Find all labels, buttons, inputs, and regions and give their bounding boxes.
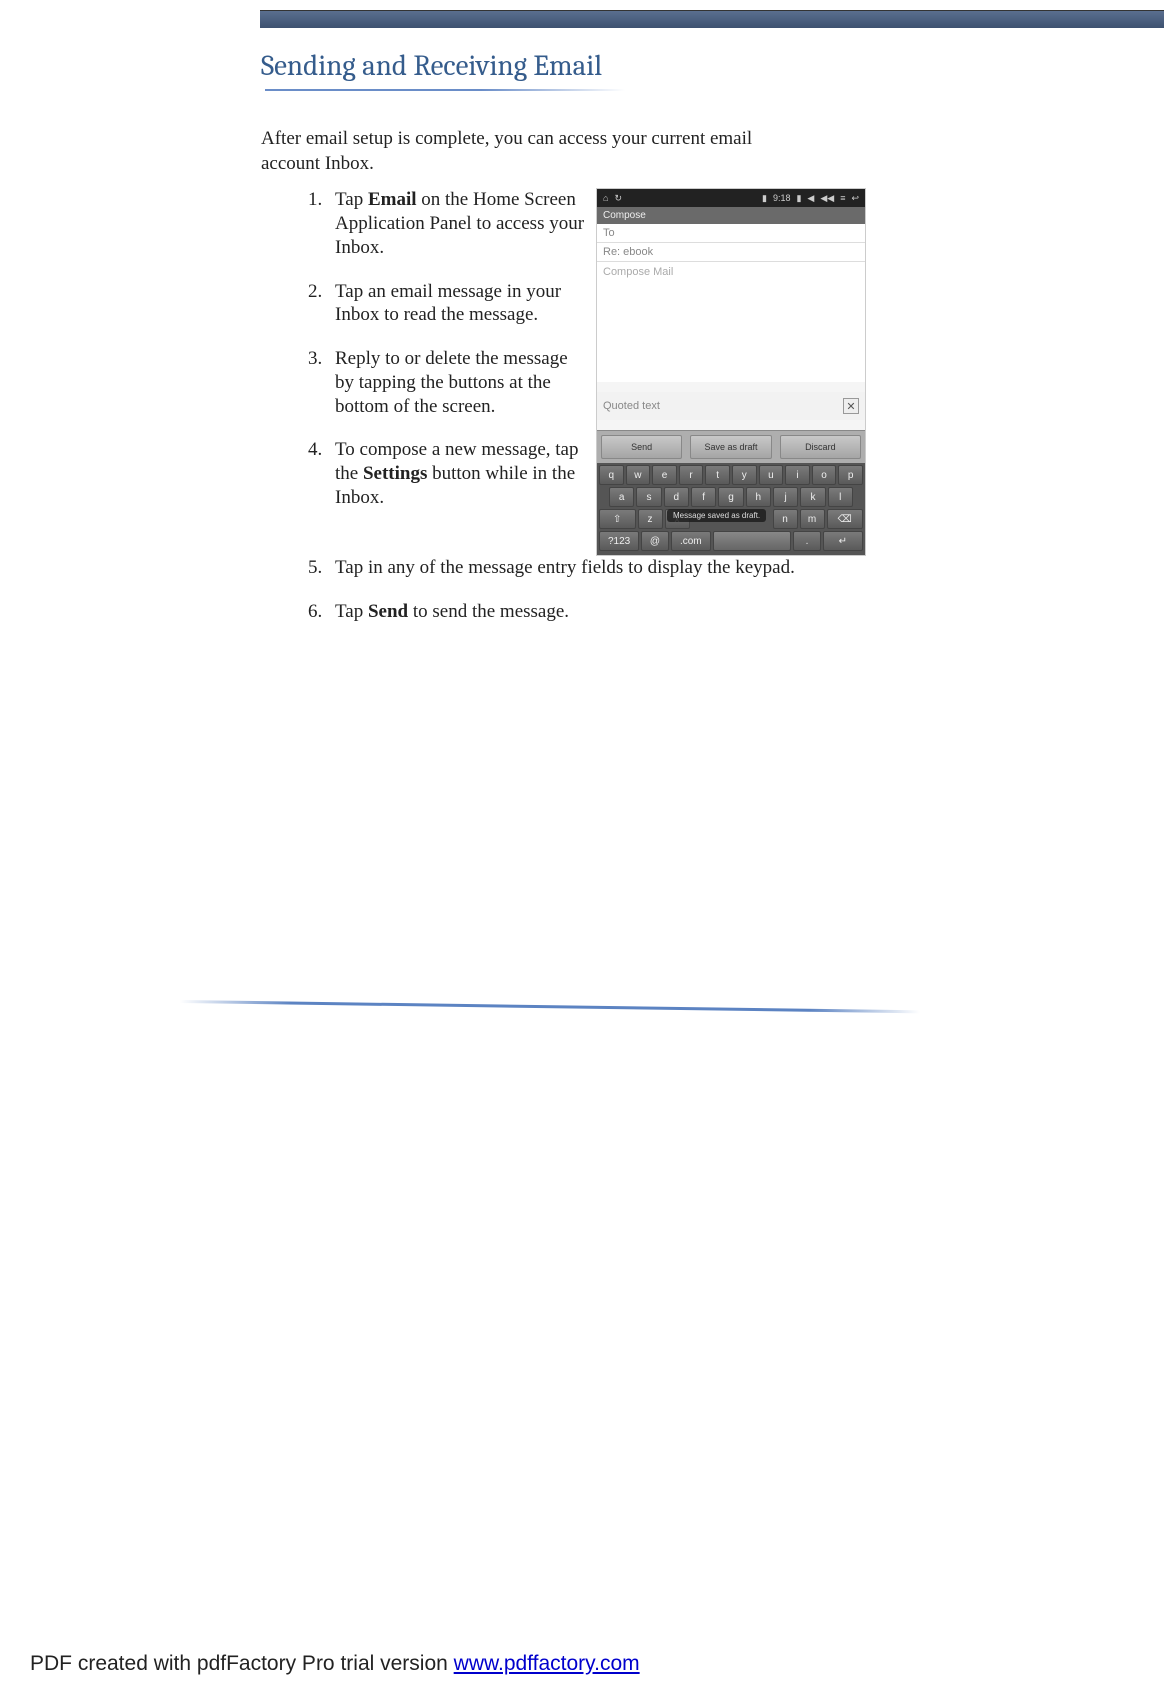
key-u[interactable]: u — [759, 465, 784, 485]
vol-icon: ◀ — [807, 193, 814, 204]
key-123[interactable]: ?123 — [599, 531, 639, 551]
signal-icon: ▮ — [762, 193, 767, 204]
to-field[interactable]: To — [597, 224, 865, 243]
refresh-icon: ↻ — [614, 193, 622, 204]
keyboard: q w e r t y u i o p a s d f g h — [597, 463, 865, 555]
key-h[interactable]: h — [746, 487, 771, 507]
key-d[interactable]: d — [664, 487, 689, 507]
key-s[interactable]: s — [636, 487, 661, 507]
key-t[interactable]: t — [705, 465, 730, 485]
intro-line-2: account Inbox. — [261, 153, 374, 174]
phone-screenshot: ⌂ ↻ ▮ 9:18 ▮ ◀ ◀◀ ≡ ↩ Compose To Re: ebo… — [596, 188, 866, 556]
key-k[interactable]: k — [800, 487, 825, 507]
key-y[interactable]: y — [732, 465, 757, 485]
home-icon: ⌂ — [603, 193, 608, 204]
top-banner — [260, 10, 1164, 28]
back-icon: ↩ — [851, 193, 859, 204]
step-6: Tap Send to send the message. — [327, 600, 875, 624]
step-4: To compose a new message, tap the Settin… — [327, 438, 590, 509]
bold-email: Email — [368, 189, 417, 210]
battery-icon: ▮ — [796, 193, 801, 204]
status-time: 9:18 — [773, 193, 791, 203]
key-backspace[interactable]: ⌫ — [827, 509, 864, 529]
key-q[interactable]: q — [599, 465, 624, 485]
key-n[interactable]: n — [773, 509, 798, 529]
footer-rule — [180, 1000, 920, 1040]
close-icon[interactable]: ✕ — [843, 398, 859, 414]
key-dot[interactable]: . — [793, 531, 820, 551]
steps-list-full: Tap in any of the message entry fields t… — [265, 556, 875, 624]
intro-text: After email setup is complete, you can a… — [261, 127, 875, 176]
key-space[interactable] — [713, 531, 791, 551]
key-z[interactable]: z — [638, 509, 663, 529]
key-at[interactable]: @ — [641, 531, 668, 551]
step-1: Tap Email on the Home Screen Application… — [327, 188, 590, 259]
content-area: Sending and Receiving Email After email … — [265, 50, 875, 644]
compose-header: Compose — [597, 207, 865, 224]
key-shift[interactable]: ⇧ — [599, 509, 636, 529]
step-2: Tap an email message in your Inbox to re… — [327, 280, 590, 328]
vol2-icon: ◀◀ — [820, 193, 834, 204]
bold-send: Send — [368, 601, 408, 622]
key-enter[interactable]: ↵ — [823, 531, 863, 551]
status-bar: ⌂ ↻ ▮ 9:18 ▮ ◀ ◀◀ ≡ ↩ — [597, 189, 865, 207]
subject-field[interactable]: Re: ebook — [597, 243, 865, 262]
key-e[interactable]: e — [652, 465, 677, 485]
save-draft-button[interactable]: Save as draft — [690, 435, 771, 459]
key-j[interactable]: j — [773, 487, 798, 507]
body-field[interactable]: Compose Mail — [597, 262, 865, 382]
discard-button[interactable]: Discard — [780, 435, 861, 459]
key-m[interactable]: m — [800, 509, 825, 529]
key-w[interactable]: w — [626, 465, 651, 485]
toast-message: Message saved as draft. — [667, 509, 766, 522]
body-row: Tap Email on the Home Screen Application… — [265, 188, 875, 556]
action-row: Send Save as draft Discard — [597, 430, 865, 463]
key-com[interactable]: .com — [671, 531, 711, 551]
key-o[interactable]: o — [812, 465, 837, 485]
key-f[interactable]: f — [691, 487, 716, 507]
quoted-row: Quoted text ✕ — [597, 392, 865, 420]
step-5: Tap in any of the message entry fields t… — [327, 556, 875, 580]
key-g[interactable]: g — [718, 487, 743, 507]
key-l[interactable]: l — [828, 487, 853, 507]
section-heading: Sending and Receiving Email — [261, 50, 875, 83]
footer-link[interactable]: www.pdffactory.com — [454, 1652, 640, 1675]
steps-list-wrapped: Tap Email on the Home Screen Application… — [265, 188, 590, 529]
footer-text: PDF created with pdfFactory Pro trial ve… — [30, 1652, 454, 1675]
key-i[interactable]: i — [785, 465, 810, 485]
menu-icon: ≡ — [840, 193, 845, 203]
pdf-footer: PDF created with pdfFactory Pro trial ve… — [30, 1652, 640, 1676]
step-3: Reply to or delete the message by tappin… — [327, 347, 590, 418]
bold-settings: Settings — [363, 463, 427, 484]
quoted-label: Quoted text — [603, 400, 660, 412]
kb-row-1: q w e r t y u i o p — [599, 465, 863, 485]
send-button[interactable]: Send — [601, 435, 682, 459]
key-p[interactable]: p — [838, 465, 863, 485]
intro-line-1: After email setup is complete, you can a… — [261, 128, 752, 149]
key-a[interactable]: a — [609, 487, 634, 507]
heading-rule — [265, 89, 625, 91]
key-r[interactable]: r — [679, 465, 704, 485]
kb-row-2: a s d f g h j k l — [599, 487, 863, 507]
kb-row-4: ?123 @ .com . ↵ — [599, 531, 863, 551]
